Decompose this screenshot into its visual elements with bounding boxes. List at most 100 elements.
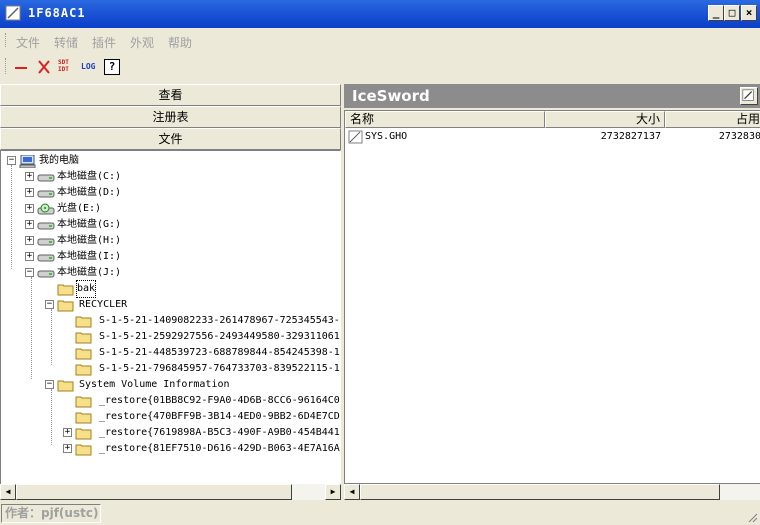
expand-toggle[interactable]: +	[63, 428, 72, 437]
drive-icon	[37, 238, 55, 246]
drive-j-label: 本地磁盘(J:)	[57, 267, 122, 278]
table-row[interactable]: SYS.GHO 2732827137 2732830	[345, 129, 760, 145]
folder-bak-label: bak	[75, 280, 97, 298]
column-size[interactable]: 大小	[545, 111, 665, 128]
tree-drive-i[interactable]: + 本地磁盘(I:)	[25, 249, 325, 265]
tree-drive-e[interactable]: + 光盘(E:)	[25, 201, 325, 217]
tree-item[interactable]: _restore{470BFF9B-3B14-4ED0-9BB2-6D4E7CD	[75, 409, 340, 425]
folder-icon	[75, 332, 92, 344]
column-used[interactable]: 占用	[665, 111, 760, 128]
expand-toggle[interactable]: +	[25, 204, 34, 213]
collapse-toggle[interactable]: −	[45, 380, 54, 389]
cd-drive-icon	[37, 203, 55, 215]
idt-label: IDT	[58, 66, 69, 73]
delete-x-icon[interactable]	[35, 59, 53, 75]
file-icon	[348, 130, 363, 144]
scroll-right-button[interactable]: ▶	[325, 484, 341, 500]
tree-item[interactable]: _restore{01BB8C92-F9A0-4D6B-8CC6-96164C0	[75, 393, 340, 409]
drive-icon	[37, 222, 55, 230]
pin-icon[interactable]	[740, 87, 758, 105]
collapse-toggle[interactable]: −	[7, 156, 16, 165]
tree-drive-d[interactable]: + 本地磁盘(D:)	[25, 185, 325, 201]
computer-icon	[19, 155, 36, 168]
tree-line	[31, 277, 32, 379]
drive-i-label: 本地磁盘(I:)	[57, 251, 122, 262]
tree-item[interactable]: + _restore{81EF7510-D616-429D-B063-4E7A1…	[63, 441, 340, 457]
left-horizontal-scrollbar[interactable]: ◀ ▶	[0, 484, 341, 500]
tree-item[interactable]: S-1-5-21-448539723-688789844-854245398-1	[75, 345, 340, 361]
minimize-button[interactable]: _	[708, 5, 724, 21]
tree-item[interactable]: S-1-5-21-2592927556-2493449580-329311061	[75, 329, 340, 345]
sdt-label: SDT	[58, 59, 69, 66]
maximize-button[interactable]: □	[724, 5, 740, 21]
log-icon[interactable]: LOG	[81, 59, 101, 75]
expand-toggle[interactable]: +	[25, 252, 34, 261]
drive-icon	[37, 254, 55, 262]
expand-toggle[interactable]: +	[63, 444, 72, 453]
tree-folder-svi[interactable]: − System Volume Information	[45, 377, 335, 393]
tree-item[interactable]: + _restore{7619898A-B5C3-490F-A9B0-454B4…	[63, 425, 340, 441]
menu-help[interactable]: 帮助	[168, 34, 192, 51]
tree-drive-j[interactable]: − 本地磁盘(J:)	[25, 265, 325, 281]
tree-drive-c[interactable]: + 本地磁盘(C:)	[25, 169, 325, 185]
collapse-toggle[interactable]: −	[25, 268, 34, 277]
expand-toggle[interactable]: +	[25, 188, 34, 197]
panel-header: IceSword	[344, 84, 760, 108]
menu-grip	[5, 33, 7, 47]
scroll-left-button[interactable]: ◀	[0, 484, 16, 500]
resize-grip-icon[interactable]	[746, 511, 758, 523]
tree-line	[51, 309, 52, 365]
left-panel: 查看 注册表 文件 − 我的电脑 + 本地磁盘(C:) + 本地磁盘(D:) +…	[0, 84, 341, 500]
panel-title: IceSword	[352, 87, 430, 105]
registry-button[interactable]: 注册表	[0, 106, 341, 128]
right-panel: IceSword 名称 大小 占用 SYS.GHO 2732827137 273…	[344, 84, 760, 500]
file-tree[interactable]: − 我的电脑 + 本地磁盘(C:) + 本地磁盘(D:) + 光盘(E:) +	[0, 150, 341, 500]
tree-item[interactable]: S-1-5-21-1409082233-261478967-725345543-	[75, 313, 340, 329]
expand-toggle[interactable]: +	[25, 172, 34, 181]
tree-item[interactable]: S-1-5-21-796845957-764733703-839522115-1	[75, 361, 340, 377]
drive-c-label: 本地磁盘(C:)	[57, 171, 122, 182]
scroll-thumb[interactable]	[16, 484, 292, 500]
sdt-idt-icon[interactable]: SDT IDT	[58, 59, 76, 75]
tree-drive-g[interactable]: + 本地磁盘(G:)	[25, 217, 325, 233]
help-icon[interactable]: ?	[104, 59, 120, 75]
file-list[interactable]: 名称 大小 占用 SYS.GHO 2732827137 2732830	[344, 110, 760, 484]
files-button[interactable]: 文件	[0, 128, 341, 150]
tree-root[interactable]: − 我的电脑	[5, 153, 335, 169]
restore-point-label: _restore{01BB8C92-F9A0-4D6B-8CC6-96164C0	[99, 395, 340, 406]
toolbar-grip	[5, 58, 7, 74]
expand-toggle[interactable]: +	[25, 220, 34, 229]
menu-dump[interactable]: 转储	[54, 34, 78, 51]
tree-folder-recycler[interactable]: − RECYCLER	[45, 297, 325, 313]
tree-line	[11, 165, 12, 269]
folder-icon	[75, 348, 92, 360]
toolbar: SDT IDT LOG ?	[0, 52, 760, 80]
tree-drive-h[interactable]: + 本地磁盘(H:)	[25, 233, 325, 249]
drive-g-label: 本地磁盘(G:)	[57, 219, 122, 230]
tree-folder-bak[interactable]: bak	[57, 280, 117, 298]
expand-toggle[interactable]: +	[25, 236, 34, 245]
menu-appearance[interactable]: 外观	[130, 34, 154, 51]
folder-open-icon	[57, 284, 74, 296]
drive-icon	[37, 174, 55, 182]
folder-icon	[75, 396, 92, 408]
right-horizontal-scrollbar[interactable]: ◀ ▶	[344, 484, 760, 500]
column-name[interactable]: 名称	[345, 111, 545, 128]
view-button[interactable]: 查看	[0, 84, 341, 106]
minus-icon[interactable]	[12, 59, 30, 75]
close-button[interactable]: ×	[741, 5, 757, 21]
collapse-toggle[interactable]: −	[45, 300, 54, 309]
folder-icon	[75, 364, 92, 376]
folder-icon	[57, 300, 74, 312]
menu-file[interactable]: 文件	[16, 34, 40, 51]
recycler-sid-label: S-1-5-21-2592927556-2493449580-329311061	[99, 331, 340, 342]
title-bar: 1F68AC1 _ □ ×	[0, 0, 760, 28]
menu-plugins[interactable]: 插件	[92, 34, 116, 51]
scroll-thumb[interactable]	[360, 484, 720, 500]
folder-icon	[57, 380, 74, 392]
recycler-sid-label: S-1-5-21-796845957-764733703-839522115-1	[99, 363, 340, 374]
recycler-sid-label: S-1-5-21-1409082233-261478967-725345543-	[99, 315, 340, 326]
drive-d-label: 本地磁盘(D:)	[57, 187, 122, 198]
scroll-left-button[interactable]: ◀	[344, 484, 360, 500]
restore-point-label: _restore{81EF7510-D616-429D-B063-4E7A16A	[99, 443, 340, 454]
